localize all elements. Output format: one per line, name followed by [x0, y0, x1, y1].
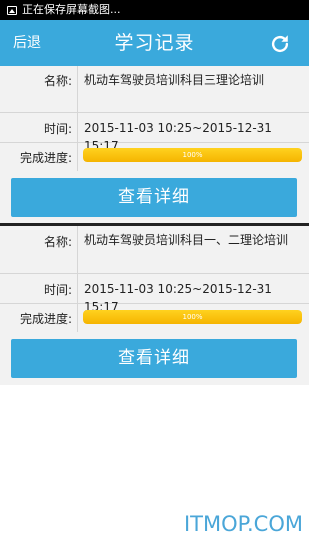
- divider: [77, 113, 78, 142]
- course-name: 机动车驾驶员培训科目一、二理论培训: [84, 233, 289, 247]
- progress-text: 100%: [182, 151, 203, 159]
- name-row: 名称: 机动车驾驶员培训科目三理论培训: [0, 66, 309, 113]
- time-row: 时间: 2015-11-03 10:25~2015-12-31 15:17: [0, 274, 309, 314]
- time-label: 时间:: [43, 283, 72, 297]
- status-bar: 正在保存屏幕截图...: [0, 0, 309, 20]
- status-text: 正在保存屏幕截图...: [22, 3, 121, 16]
- name-label: 名称:: [43, 74, 72, 88]
- name-label: 名称:: [43, 235, 72, 249]
- name-row: 名称: 机动车驾驶员培训科目一、二理论培训: [0, 226, 309, 274]
- progress-fill: 100%: [83, 148, 302, 162]
- progress-row: 完成进度: 100%: [0, 304, 309, 332]
- progress-row: 完成进度: 100%: [0, 143, 309, 171]
- screenshot-icon: [7, 5, 17, 15]
- record-card: 名称: 机动车驾驶员培训科目一、二理论培训 时间: 2015-11-03 10:…: [0, 226, 309, 385]
- divider: [77, 143, 78, 171]
- refresh-icon[interactable]: [269, 33, 291, 55]
- divider: [77, 66, 78, 112]
- progress-label: 完成进度:: [19, 151, 72, 165]
- watermark: ITMOP.COM: [183, 512, 303, 536]
- course-name: 机动车驾驶员培训科目三理论培训: [84, 73, 265, 87]
- progress-text: 100%: [182, 313, 203, 321]
- divider: [77, 274, 78, 303]
- divider: [77, 226, 78, 273]
- page-title: 学习记录: [114, 32, 195, 54]
- divider: [77, 304, 78, 332]
- progress-bar: 100%: [83, 148, 302, 162]
- view-details-button[interactable]: 查看详细: [11, 339, 297, 378]
- time-row: 时间: 2015-11-03 10:25~2015-12-31 15:17: [0, 113, 309, 153]
- progress-bar: 100%: [83, 310, 302, 324]
- view-details-button[interactable]: 查看详细: [11, 178, 297, 217]
- progress-label: 完成进度:: [19, 312, 72, 326]
- nav-bar: 后退 学习记录: [0, 20, 309, 66]
- record-card: 名称: 机动车驾驶员培训科目三理论培训 时间: 2015-11-03 10:25…: [0, 66, 309, 223]
- time-label: 时间:: [43, 122, 72, 136]
- progress-fill: 100%: [83, 310, 302, 324]
